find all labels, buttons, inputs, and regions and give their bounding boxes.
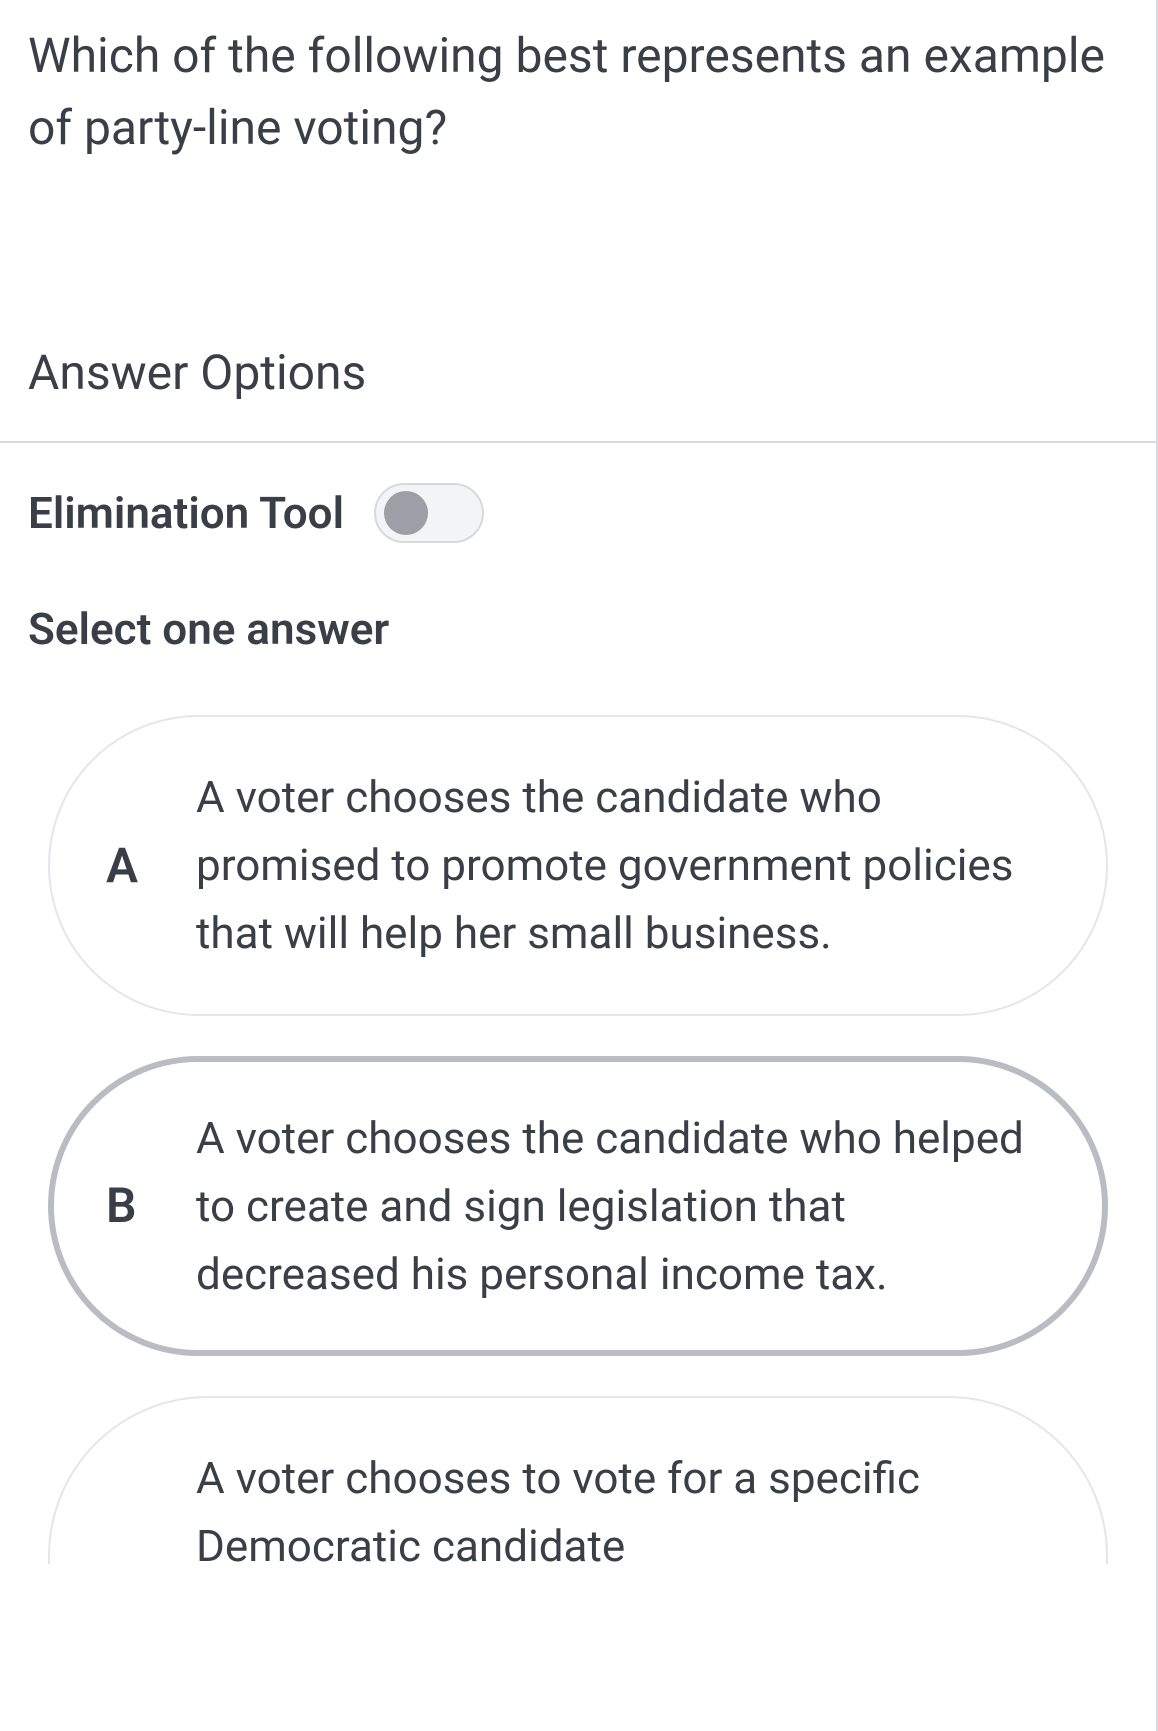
elimination-toggle[interactable] [374,483,484,543]
select-instruction: Select one answer [28,603,1128,655]
option-text: A voter chooses the candidate who promis… [196,763,1050,968]
option-letter: A [106,837,150,894]
option-letter: B [106,1177,150,1234]
answer-option-a[interactable]: A A voter chooses the candidate who prom… [48,715,1108,1016]
elimination-tool-row: Elimination Tool [28,483,1128,543]
option-text: A voter chooses to vote for a specific D… [196,1444,1050,1564]
option-text: A voter chooses the candidate who helped… [196,1104,1050,1309]
answer-option-b[interactable]: B A voter chooses the candidate who help… [48,1056,1108,1357]
answer-option-c[interactable]: A voter chooses to vote for a specific D… [48,1396,1108,1564]
divider [0,441,1156,443]
elimination-tool-label: Elimination Tool [28,487,344,539]
question-text: Which of the following best represents a… [28,20,1128,164]
answer-options-header: Answer Options [28,344,1128,441]
toggle-knob [384,491,428,535]
